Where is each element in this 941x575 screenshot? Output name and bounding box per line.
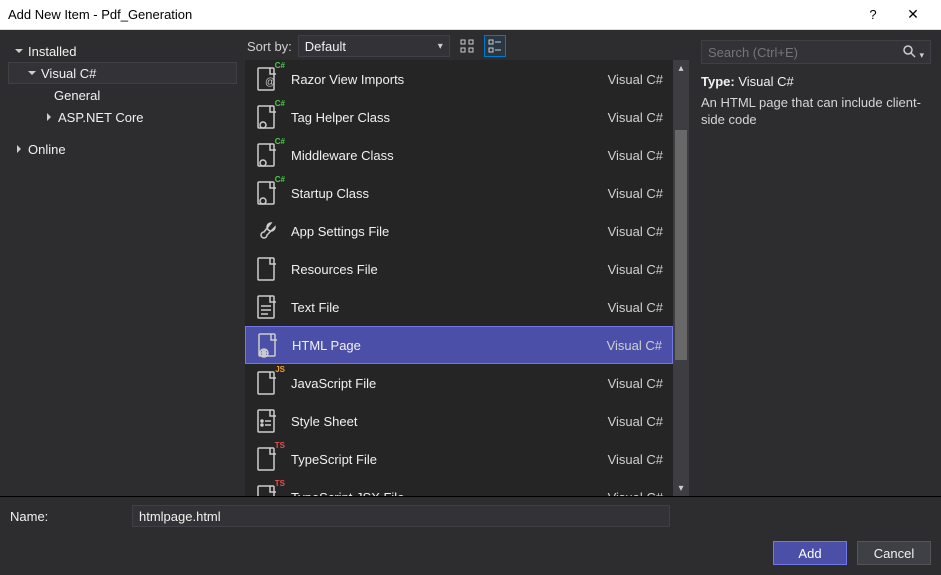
template-item-name: App Settings File <box>291 224 598 239</box>
template-item-name: Resources File <box>291 262 598 277</box>
sortby-select[interactable]: Default ▾ <box>298 35 450 57</box>
scroll-down-icon[interactable]: ▾ <box>673 480 689 496</box>
name-input[interactable] <box>132 505 670 527</box>
template-item[interactable]: C# Middleware Class Visual C# <box>245 136 673 174</box>
template-item-name: Style Sheet <box>291 414 598 429</box>
scrollbar[interactable]: ▴ ▾ <box>673 60 689 496</box>
chevron-right-icon <box>42 110 56 124</box>
page-icon: TS <box>253 445 281 473</box>
template-item-lang: Visual C# <box>608 110 663 125</box>
page-globe-icon <box>254 331 282 359</box>
template-item-name: Middleware Class <box>291 148 598 163</box>
template-item-lang: Visual C# <box>608 452 663 467</box>
search-input[interactable] <box>708 45 898 60</box>
template-item-lang: Visual C# <box>608 376 663 391</box>
template-item-lang: Visual C# <box>608 300 663 315</box>
template-item-lang: Visual C# <box>608 224 663 239</box>
tree-visual-csharp[interactable]: Visual C# <box>8 62 237 84</box>
window-title: Add New Item - Pdf_Generation <box>8 7 853 22</box>
search-icon[interactable]: ▾ <box>902 44 924 61</box>
template-item[interactable]: Resources File Visual C# <box>245 250 673 288</box>
search-box[interactable]: ▾ <box>701 40 931 64</box>
right-panel: ▾ Type: Visual C# An HTML page that can … <box>691 30 941 496</box>
cancel-button[interactable]: Cancel <box>857 541 931 565</box>
template-item[interactable]: @C#Razor View ImportsVisual C# <box>245 60 673 98</box>
template-item-name: HTML Page <box>292 338 597 353</box>
sortby-label: Sort by: <box>247 39 292 54</box>
help-button[interactable]: ? <box>853 7 893 22</box>
template-item-name: Text File <box>291 300 598 315</box>
wrench-icon <box>253 217 281 245</box>
scrollbar-thumb[interactable] <box>675 130 687 360</box>
chevron-down-icon: ▾ <box>438 41 443 52</box>
template-item-name: Startup Class <box>291 186 598 201</box>
toolbar: Sort by: Default ▾ <box>245 30 691 60</box>
language-badge: C# <box>274 138 286 146</box>
type-value: Visual C# <box>738 74 793 89</box>
titlebar: Add New Item - Pdf_Generation ? ✕ <box>0 0 941 30</box>
category-tree: Installed Visual C# General ASP.NET Core… <box>0 30 245 496</box>
page-gear-icon: C# <box>253 141 281 169</box>
page-icon: TS <box>253 483 281 496</box>
template-item[interactable]: C# Tag Helper Class Visual C# <box>245 98 673 136</box>
template-item-lang: Visual C# <box>608 186 663 201</box>
language-badge: JS <box>274 366 286 374</box>
template-item[interactable]: TSTypeScript JSX FileVisual C# <box>245 478 673 496</box>
page-lines-icon <box>253 293 281 321</box>
template-item[interactable]: TS TypeScript File Visual C# <box>245 440 673 478</box>
language-badge: C# <box>274 62 286 70</box>
template-list: @C#Razor View ImportsVisual C#C#Tag Help… <box>245 60 673 496</box>
name-row: Name: <box>0 497 941 535</box>
add-button[interactable]: Add <box>773 541 847 565</box>
language-badge: TS <box>274 480 286 488</box>
tree-online[interactable]: Online <box>8 138 237 160</box>
template-item[interactable]: App Settings File Visual C# <box>245 212 673 250</box>
svg-text:@: @ <box>265 77 275 88</box>
language-badge: C# <box>274 176 286 184</box>
view-tiles-button[interactable] <box>456 35 478 57</box>
page-gear-icon: C# <box>253 179 281 207</box>
close-button[interactable]: ✕ <box>893 6 933 23</box>
tree-aspnet-core[interactable]: ASP.NET Core <box>8 106 237 128</box>
type-label: Type: <box>701 74 735 89</box>
page-dots-icon <box>253 407 281 435</box>
template-item[interactable]: Text File Visual C# <box>245 288 673 326</box>
template-item[interactable]: HTML Page Visual C# <box>245 326 673 364</box>
chevron-down-icon <box>25 66 39 80</box>
template-item-name: JavaScript File <box>291 376 598 391</box>
chevron-right-icon <box>12 142 26 156</box>
page-icon <box>253 255 281 283</box>
name-label: Name: <box>10 509 120 524</box>
chevron-down-icon <box>12 44 26 58</box>
page-icon: JS <box>253 369 281 397</box>
template-item-lang: Visual C# <box>607 338 662 353</box>
template-item-lang: Visual C# <box>608 72 663 87</box>
tree-general[interactable]: General <box>8 84 237 106</box>
template-item[interactable]: Style Sheet Visual C# <box>245 402 673 440</box>
language-badge: TS <box>274 442 286 450</box>
template-item[interactable]: JS JavaScript File Visual C# <box>245 364 673 402</box>
scroll-up-icon[interactable]: ▴ <box>673 60 689 76</box>
template-item[interactable]: C# Startup Class Visual C# <box>245 174 673 212</box>
tree-installed[interactable]: Installed <box>8 40 237 62</box>
page-at-icon: @C# <box>253 65 281 93</box>
view-list-button[interactable] <box>484 35 506 57</box>
template-item-name: Tag Helper Class <box>291 110 598 125</box>
template-item-lang: Visual C# <box>608 414 663 429</box>
detail-panel: Type: Visual C# An HTML page that can in… <box>701 74 931 129</box>
page-gear-icon: C# <box>253 103 281 131</box>
template-item-lang: Visual C# <box>608 262 663 277</box>
template-item-name: TypeScript File <box>291 452 598 467</box>
template-item-name: Razor View Imports <box>291 72 598 87</box>
template-item-lang: Visual C# <box>608 148 663 163</box>
description-text: An HTML page that can include client-sid… <box>701 95 931 129</box>
language-badge: C# <box>274 100 286 108</box>
